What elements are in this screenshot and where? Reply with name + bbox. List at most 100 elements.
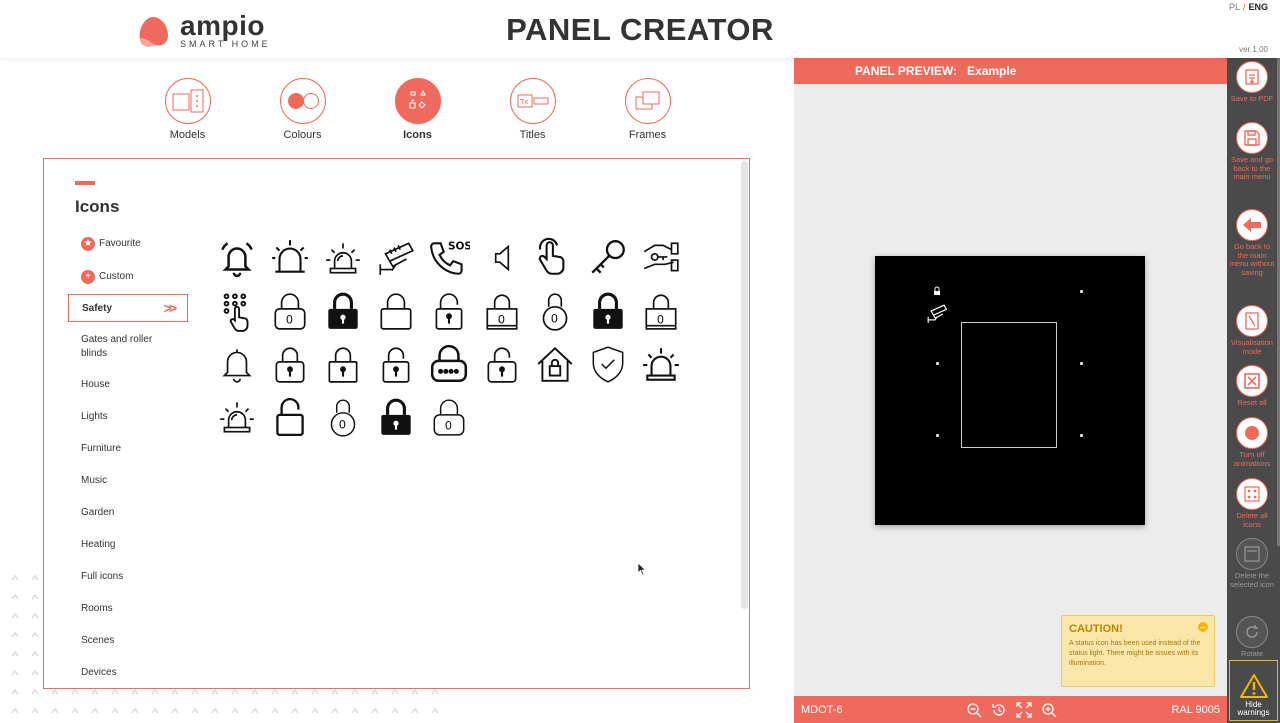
alarm-light-icon[interactable] — [263, 231, 316, 284]
category-label: Devices — [81, 666, 117, 678]
turn-off-animations-button[interactable]: Turn off animations — [1227, 417, 1277, 468]
category-label: Scenes — [81, 634, 115, 646]
padlock-code-square-icon[interactable]: 0 — [475, 284, 528, 337]
delete-selected-icon — [1236, 538, 1268, 570]
padlock-round-code-icon-2[interactable]: 0 — [316, 390, 369, 443]
bell-ringing-icon[interactable] — [210, 231, 263, 284]
padlock-keyhole-icon-2[interactable] — [316, 337, 369, 390]
cctv-camera-icon[interactable] — [369, 231, 422, 284]
bell-icon[interactable] — [210, 337, 263, 390]
padlock-filled-keyhole-icon[interactable] — [581, 284, 634, 337]
step-models[interactable]: Models — [130, 78, 245, 141]
delete-selected-icon-button[interactable]: Delete the selected icon — [1227, 538, 1277, 589]
panel-status-dot[interactable] — [1080, 290, 1083, 293]
padlock-filled-icon[interactable] — [316, 284, 369, 337]
hand-pointer-icon[interactable] — [528, 231, 581, 284]
speaker-icon[interactable] — [475, 231, 528, 284]
panel-status-dot[interactable] — [936, 362, 939, 365]
padlock-open-keyhole-icon[interactable] — [422, 284, 475, 337]
padlock-code-icon[interactable]: 0 — [263, 284, 316, 337]
lang-eng[interactable]: ENG — [1248, 2, 1268, 12]
svg-text:0: 0 — [656, 312, 663, 326]
panel-status-dot[interactable] — [1080, 434, 1083, 437]
siren-light-icon[interactable] — [634, 337, 687, 390]
icons-icon — [394, 78, 441, 124]
minimize-icon[interactable]: – — [1198, 622, 1208, 632]
category-label: Custom — [99, 271, 134, 282]
category-rooms[interactable]: Rooms — [68, 592, 188, 624]
save-pdf-button[interactable]: Save to PDF — [1227, 61, 1277, 104]
step-colours[interactable]: Colours — [245, 78, 360, 141]
reset-view-icon[interactable] — [987, 700, 1012, 720]
ral-color-label: RAL 9005 — [1171, 703, 1220, 716]
padlock-code-square-icon-2[interactable]: 0 — [634, 284, 687, 337]
panel-preview[interactable] — [875, 256, 1145, 525]
siren-rays-icon[interactable] — [210, 390, 263, 443]
category-full-icons[interactable]: Full icons — [68, 560, 188, 592]
category-safety[interactable]: Safety >> — [68, 294, 188, 322]
back-without-saving-button[interactable]: Go back to the main menu without saving — [1227, 209, 1277, 277]
category-heating[interactable]: Heating — [68, 528, 188, 560]
reset-x-icon — [1236, 365, 1268, 397]
lang-separator: / — [1242, 2, 1246, 12]
reset-all-button[interactable]: Reset all — [1227, 365, 1277, 408]
mouse-cursor-icon — [637, 562, 647, 576]
keypad-icon[interactable] — [210, 284, 263, 337]
fit-screen-icon[interactable] — [1012, 700, 1037, 720]
padlock-open-keyhole-icon-3[interactable] — [475, 337, 528, 390]
category-house[interactable]: House — [68, 368, 188, 400]
icons-scrollbar[interactable] — [741, 161, 748, 609]
zoom-in-icon[interactable] — [1037, 700, 1062, 720]
panel-lock-icon[interactable] — [932, 286, 942, 296]
delete-all-icons-button[interactable]: Delete all icons — [1227, 478, 1277, 529]
hand-key-icon[interactable] — [634, 231, 687, 284]
frames-icon — [624, 78, 671, 124]
padlock-open-keyhole-icon-2[interactable] — [369, 337, 422, 390]
caution-text: A status icon has been used instead of t… — [1069, 640, 1201, 667]
step-icons[interactable]: Icons — [360, 78, 475, 141]
padlock-open-big-icon[interactable] — [263, 390, 316, 443]
siren-icon[interactable] — [316, 231, 369, 284]
sos-phone-icon[interactable]: SOS — [422, 231, 475, 284]
key-icon[interactable] — [581, 231, 634, 284]
category-music[interactable]: Music — [68, 464, 188, 496]
visualisation-mode-button[interactable]: Visualisation mode — [1227, 305, 1277, 356]
icons-panel: Icons ★ Favourite + Custom Safety >> Gat… — [43, 158, 750, 689]
panel-display — [961, 322, 1057, 448]
step-frames[interactable]: Frames — [590, 78, 705, 141]
hide-warnings-button[interactable]: Hide warnings — [1229, 660, 1278, 721]
caution-title: CAUTION! — [1069, 623, 1123, 635]
icon-row: 0 0 — [210, 390, 690, 443]
padlock-keyhole-icon[interactable] — [263, 337, 316, 390]
zoom-tools — [962, 700, 1062, 720]
category-custom[interactable]: + Custom — [68, 260, 188, 293]
category-label: Favourite — [99, 238, 141, 249]
rotate-button[interactable]: Rotate — [1227, 616, 1277, 659]
padlock-open-icon[interactable] — [369, 284, 422, 337]
category-devices[interactable]: Devices — [68, 656, 188, 688]
category-favourite[interactable]: ★ Favourite — [68, 227, 188, 260]
step-titles[interactable]: Tx Titles — [475, 78, 590, 141]
padlock-password-icon[interactable] — [422, 337, 475, 390]
app-root: ampio SMART HOME PANEL CREATOR PL / ENG ve… — [0, 0, 1280, 723]
category-gates[interactable]: Gates and roller blinds — [68, 326, 188, 368]
preview-header: PANEL PREVIEW: Example — [794, 58, 1227, 84]
svg-text:Tx: Tx — [519, 98, 528, 106]
lang-pl[interactable]: PL — [1229, 2, 1240, 12]
panel-status-dot[interactable] — [936, 434, 939, 437]
toolbar-label: Visualisation mode — [1231, 338, 1273, 356]
category-lights[interactable]: Lights — [68, 400, 188, 432]
zoom-out-icon[interactable] — [962, 700, 987, 720]
padlock-code-icon-2[interactable]: 0 — [422, 390, 475, 443]
category-garden[interactable]: Garden — [68, 496, 188, 528]
category-furniture[interactable]: Furniture — [68, 432, 188, 464]
padlock-round-code-icon[interactable]: 0 — [528, 284, 581, 337]
padlock-filled-keyhole-icon-2[interactable] — [369, 390, 422, 443]
category-scenes[interactable]: Scenes — [68, 624, 188, 656]
save-and-back-button[interactable]: Save and go back to the main menu — [1227, 122, 1277, 182]
warning-triangle-icon — [1239, 674, 1268, 698]
panel-cctv-icon[interactable] — [925, 304, 949, 324]
house-lock-icon[interactable] — [528, 337, 581, 390]
shield-check-icon[interactable] — [581, 337, 634, 390]
panel-status-dot[interactable] — [1080, 362, 1083, 365]
